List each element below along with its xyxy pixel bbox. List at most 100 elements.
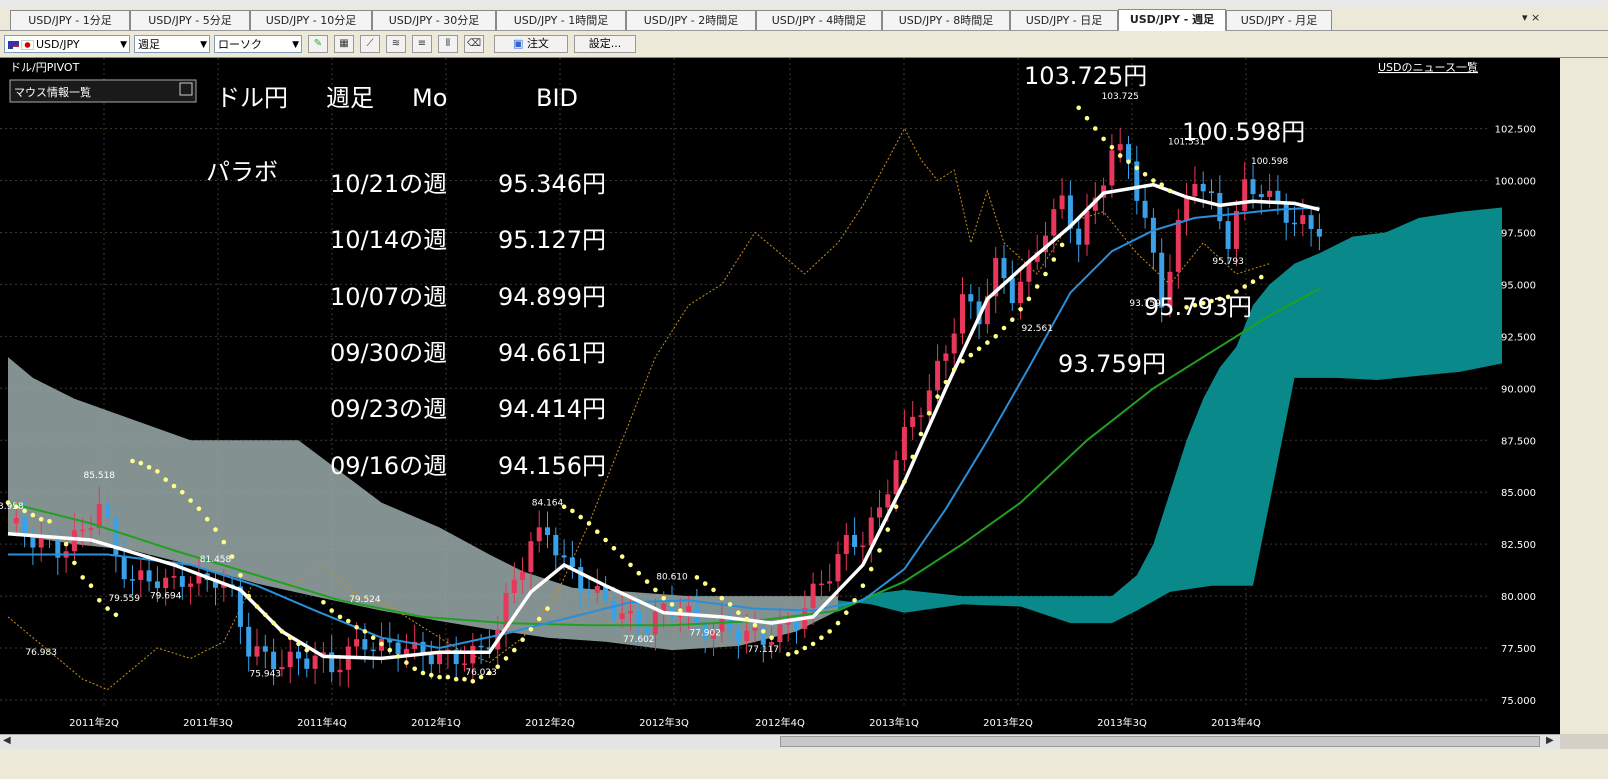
- psar-dot: [279, 629, 285, 634]
- psar-dot: [1109, 145, 1115, 150]
- candle-body: [594, 586, 600, 593]
- news-link[interactable]: USDのニュース一覧: [1378, 60, 1478, 74]
- psar-dot: [287, 635, 293, 640]
- psar-dot: [1259, 274, 1264, 280]
- psar-dot: [603, 537, 608, 543]
- horizontal-scrollbar[interactable]: ◀ ▶: [0, 734, 1560, 749]
- psar-dot: [437, 674, 442, 680]
- psar-dot: [536, 616, 542, 622]
- y-tick-label: 95.000: [1501, 280, 1536, 291]
- psar-dot: [404, 660, 409, 665]
- candle-body: [370, 649, 376, 652]
- eraser-icon[interactable]: ⌫: [464, 35, 484, 53]
- psar-dot: [30, 512, 36, 518]
- grid-tool-icon[interactable]: ▦: [334, 35, 354, 53]
- psar-dot: [362, 629, 368, 634]
- candle-body: [163, 577, 169, 589]
- order-button[interactable]: ▣ 注文: [494, 35, 568, 53]
- tab-8hour[interactable]: USD/JPY - 8時間足: [882, 10, 1010, 30]
- fan-tool-icon[interactable]: ⟋: [360, 35, 380, 53]
- psar-dot: [263, 612, 268, 618]
- psar-dot: [628, 562, 633, 568]
- psar-dot: [935, 394, 940, 399]
- psar-dot: [844, 610, 849, 615]
- lines-tool-icon[interactable]: ≡: [412, 35, 432, 53]
- x-tick-label: 2011年4Q: [297, 716, 347, 729]
- candle-body: [1142, 200, 1148, 218]
- psar-dot: [761, 629, 766, 634]
- tab-2hour[interactable]: USD/JPY - 2時間足: [626, 10, 756, 30]
- psar-dot: [155, 469, 160, 474]
- candle-body: [337, 669, 343, 673]
- tab-4hour[interactable]: USD/JPY - 4時間足: [756, 10, 882, 30]
- psar-dot: [354, 625, 359, 630]
- x-tick-label: 2013年1Q: [869, 716, 919, 729]
- tab-1hour[interactable]: USD/JPY - 1時間足: [496, 10, 626, 30]
- weekly-candlestick-chart[interactable]: 83.958 85.518 79.559 79.694 81.458 76.983 75.9…: [0, 58, 1560, 734]
- candle-body: [744, 630, 750, 642]
- settings-button[interactable]: 設定...: [574, 35, 636, 53]
- candle-body: [852, 534, 858, 548]
- week-label: 10/07の週: [330, 283, 447, 311]
- candle-body: [935, 360, 941, 391]
- price-annotation: 79.559: [108, 594, 140, 604]
- tab-weekly[interactable]: USD/JPY - 週足: [1118, 9, 1226, 31]
- candle-body: [262, 646, 268, 652]
- psar-dot: [1018, 307, 1023, 312]
- candle-body: [511, 579, 517, 594]
- psar-dot: [204, 516, 210, 522]
- candle-body: [395, 642, 401, 655]
- candle-body: [794, 621, 799, 629]
- symbol-select[interactable]: USD/JPY ▼: [4, 35, 130, 53]
- tab-monthly[interactable]: USD/JPY - 月足: [1226, 10, 1332, 30]
- scroll-right-icon[interactable]: ▶: [1546, 735, 1554, 746]
- psar-dot: [503, 656, 509, 661]
- scroll-left-icon[interactable]: ◀: [3, 735, 11, 746]
- psar-dot: [1250, 279, 1256, 284]
- tab-1min[interactable]: USD/JPY - 1分足: [10, 10, 130, 30]
- candle-body: [918, 415, 924, 417]
- psar-dot: [860, 583, 866, 588]
- candle-body: [22, 517, 28, 536]
- tab-5min[interactable]: USD/JPY - 5分足: [130, 10, 250, 30]
- candle-body: [1233, 210, 1239, 249]
- candle-body: [968, 294, 974, 302]
- tab-menu-close-icon[interactable]: ▾ ×: [1522, 11, 1540, 24]
- week-value: 95.346円: [498, 170, 606, 198]
- tab-10min[interactable]: USD/JPY - 10分足: [250, 10, 372, 30]
- tab-daily[interactable]: USD/JPY - 日足: [1010, 10, 1118, 30]
- candle-body: [113, 518, 119, 556]
- psar-dot: [321, 600, 326, 605]
- psar-dot: [653, 587, 658, 593]
- psar-dot: [47, 519, 52, 524]
- candle-body: [304, 658, 310, 669]
- period-select[interactable]: 週足 ▼: [134, 35, 210, 53]
- psar-dot: [221, 539, 227, 545]
- psar-dot: [611, 546, 617, 551]
- candle-body: [569, 557, 575, 568]
- timeframe-tab-bar: USD/JPY - 1分足 USD/JPY - 5分足 USD/JPY - 10…: [0, 8, 1608, 31]
- psar-dot: [893, 504, 899, 510]
- fibonacci-fan-icon[interactable]: ≋: [386, 35, 406, 53]
- x-tick-label: 2012年4Q: [755, 716, 805, 729]
- candle-body: [619, 613, 625, 619]
- candle-body: [121, 555, 127, 580]
- scrollbar-thumb[interactable]: [780, 736, 1540, 747]
- tab-30min[interactable]: USD/JPY - 30分足: [372, 10, 496, 30]
- pen-tool-icon[interactable]: ✎: [308, 35, 328, 53]
- psar-dot: [1126, 159, 1131, 165]
- candle-body: [1275, 190, 1281, 202]
- candle-body: [1267, 190, 1273, 198]
- vertical-lines-icon[interactable]: ⦀: [438, 35, 458, 53]
- chart-area[interactable]: 83.958 85.518 79.559 79.694 81.458 76.983 75.9…: [0, 58, 1560, 734]
- psar-dot: [445, 674, 451, 680]
- price-annotation: 77.602: [623, 635, 655, 645]
- candle-body: [188, 583, 194, 587]
- candle-body: [171, 576, 177, 578]
- chart-type-select[interactable]: ローソク ▼: [214, 35, 302, 53]
- x-tick-label: 2013年4Q: [1211, 716, 1261, 729]
- big-low-label: 95.793円: [1144, 293, 1252, 321]
- candle-body: [561, 555, 567, 558]
- candle-body: [296, 651, 301, 659]
- psar-dot: [146, 465, 152, 470]
